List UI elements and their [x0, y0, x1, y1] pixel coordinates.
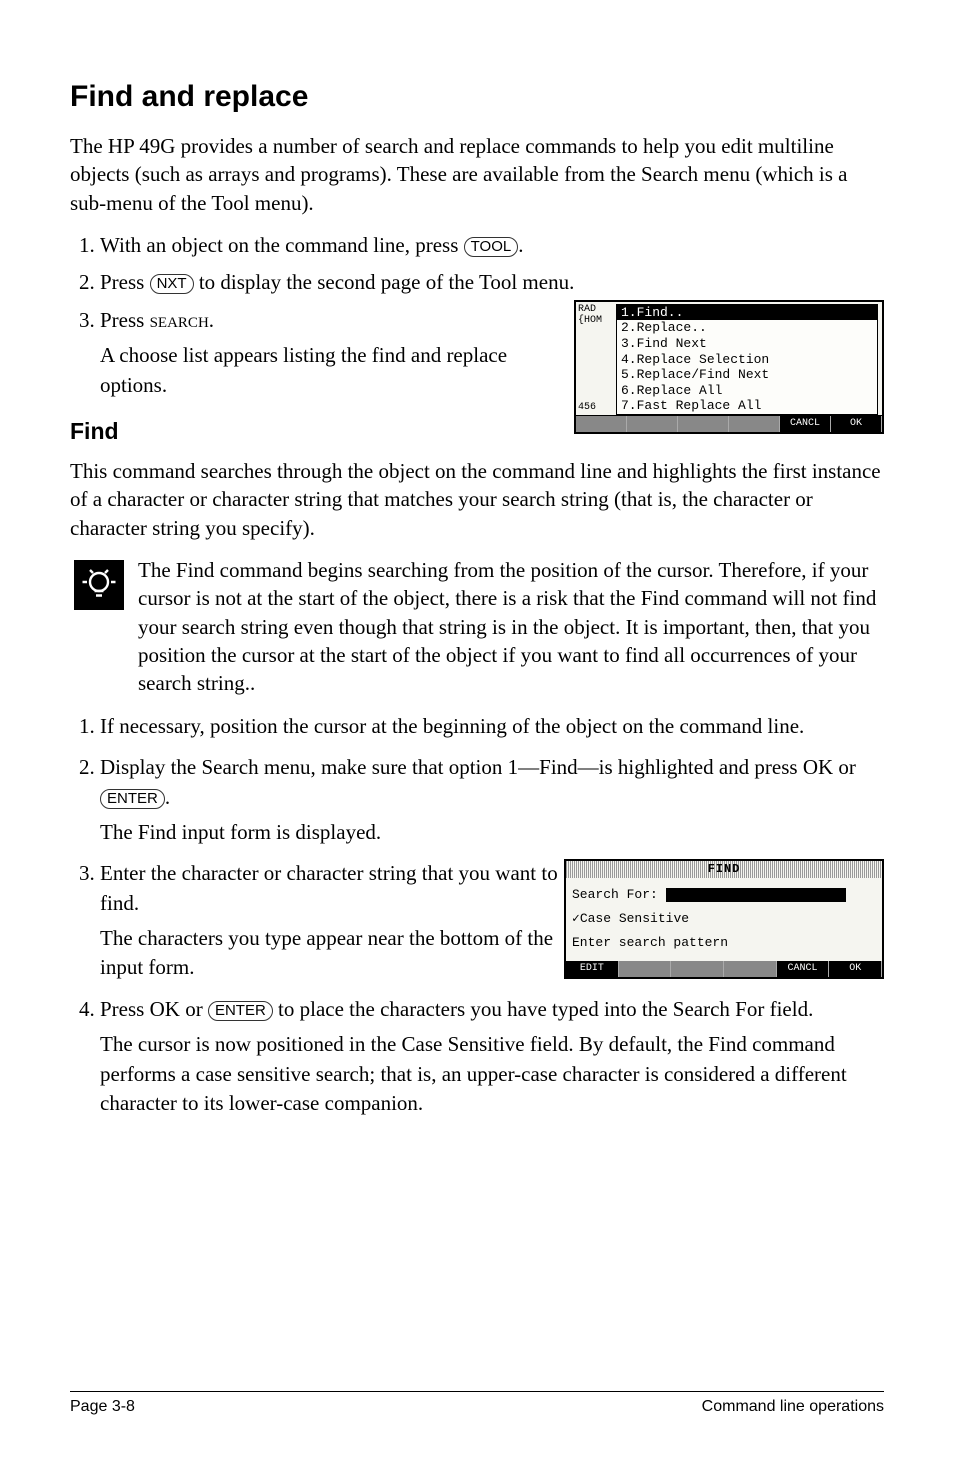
find-step-1: If necessary, position the cursor at the… — [100, 712, 884, 741]
tool-key: TOOL — [464, 237, 519, 257]
choose-list: 1.Find.. 2.Replace.. 3.Find Next 4.Repla… — [616, 304, 878, 415]
main-step-2: Press NXT to display the second page of … — [100, 268, 884, 297]
find-step-2: Display the Search menu, make sure that … — [100, 753, 884, 847]
lightbulb-icon — [74, 560, 124, 610]
ok-word: OK — [803, 755, 833, 779]
menu-item-find: 1.Find.. — [617, 305, 877, 321]
softkey-row: CANCL OK — [576, 415, 882, 432]
text: Display the Search menu, make sure that … — [100, 755, 803, 779]
annun-rad: RAD — [578, 304, 614, 315]
find-paragraph: This command searches through the object… — [70, 457, 884, 542]
main-step-3: Press search. A choose list appears list… — [100, 306, 884, 400]
search-word: search — [150, 308, 209, 332]
find-step-3: Enter the character or character string … — [100, 859, 884, 983]
nxt-key: NXT — [150, 274, 194, 294]
find-step-4: Press OK or ENTER to place the character… — [100, 995, 884, 1119]
menu-item-replace-selection: 4.Replace Selection — [617, 352, 877, 368]
menu-item-replace: 2.Replace.. — [617, 320, 877, 336]
menu-item-replace-all: 6.Replace All — [617, 383, 877, 399]
enter-key: ENTER — [100, 789, 165, 809]
ok-word-2: OK — [150, 997, 180, 1021]
softkey-b4 — [724, 961, 777, 977]
intro-paragraph: The HP 49G provides a number of search a… — [70, 132, 884, 217]
text: With an object on the command line, pres… — [100, 233, 464, 257]
menu-item-replace-find-next: 5.Replace/Find Next — [617, 367, 877, 383]
softkey-3 — [678, 416, 729, 432]
tip-block: The Find command begins searching from t… — [70, 556, 884, 698]
softkey-cancl-2: CANCL — [777, 961, 830, 977]
softkey-cancl: CANCL — [780, 416, 831, 432]
menu-item-fast-replace-all: 7.Fast Replace All — [617, 398, 877, 414]
search-for-label: Search For: — [572, 887, 658, 902]
find-step-4-sub: The cursor is now positioned in the Case… — [100, 1030, 884, 1118]
step3-continuation: A choose list appears listing the find a… — [100, 341, 570, 400]
footer-section: Command line operations — [702, 1398, 884, 1416]
softkey-4 — [729, 416, 780, 432]
page-title: Find and replace — [70, 80, 884, 114]
softkey-ok-2: OK — [829, 961, 882, 977]
softkey-b3 — [671, 961, 724, 977]
text: Press — [100, 308, 150, 332]
text: Press — [100, 270, 150, 294]
main-step-1: With an object on the command line, pres… — [100, 231, 884, 260]
search-for-field — [666, 888, 846, 902]
text: to place the characters you have typed i… — [273, 997, 814, 1021]
annun-home: {HOM — [578, 315, 614, 326]
text: . — [209, 308, 214, 332]
form-title: FIND — [566, 861, 882, 878]
text: . — [518, 233, 523, 257]
softkey-2 — [627, 416, 678, 432]
softkey-edit: EDIT — [566, 961, 619, 977]
text: . — [165, 785, 170, 809]
text: Press — [100, 997, 150, 1021]
text: or — [180, 997, 208, 1021]
softkey-row-2: EDIT CANCL OK — [566, 961, 882, 977]
find-step-2-sub: The Find input form is displayed. — [100, 818, 570, 847]
softkey-ok: OK — [831, 416, 882, 432]
annun-456: 456 — [578, 402, 614, 413]
text: to display the second page of the Tool m… — [194, 270, 575, 294]
screenshot-find-form: FIND Search For: ✓Case Sensitive Enter s… — [564, 859, 884, 978]
softkey-b2 — [619, 961, 672, 977]
footer-page: Page 3-8 — [70, 1398, 135, 1416]
prompt-text: Enter search pattern — [572, 934, 876, 952]
text: or — [833, 755, 856, 779]
page-footer: Page 3-8 Command line operations — [70, 1391, 884, 1416]
case-sensitive-check: ✓Case Sensitive — [572, 910, 876, 928]
softkey-1 — [576, 416, 627, 432]
enter-key-2: ENTER — [208, 1001, 273, 1021]
find-step-3b: The characters you type appear near the … — [100, 924, 570, 983]
screenshot-menu: RAD {HOM 456 1.Find.. 2.Replace.. 3.Find… — [574, 300, 884, 434]
find-step-3a: Enter the character or character string … — [100, 859, 570, 918]
menu-item-find-next: 3.Find Next — [617, 336, 877, 352]
tip-text: The Find command begins searching from t… — [138, 556, 884, 698]
